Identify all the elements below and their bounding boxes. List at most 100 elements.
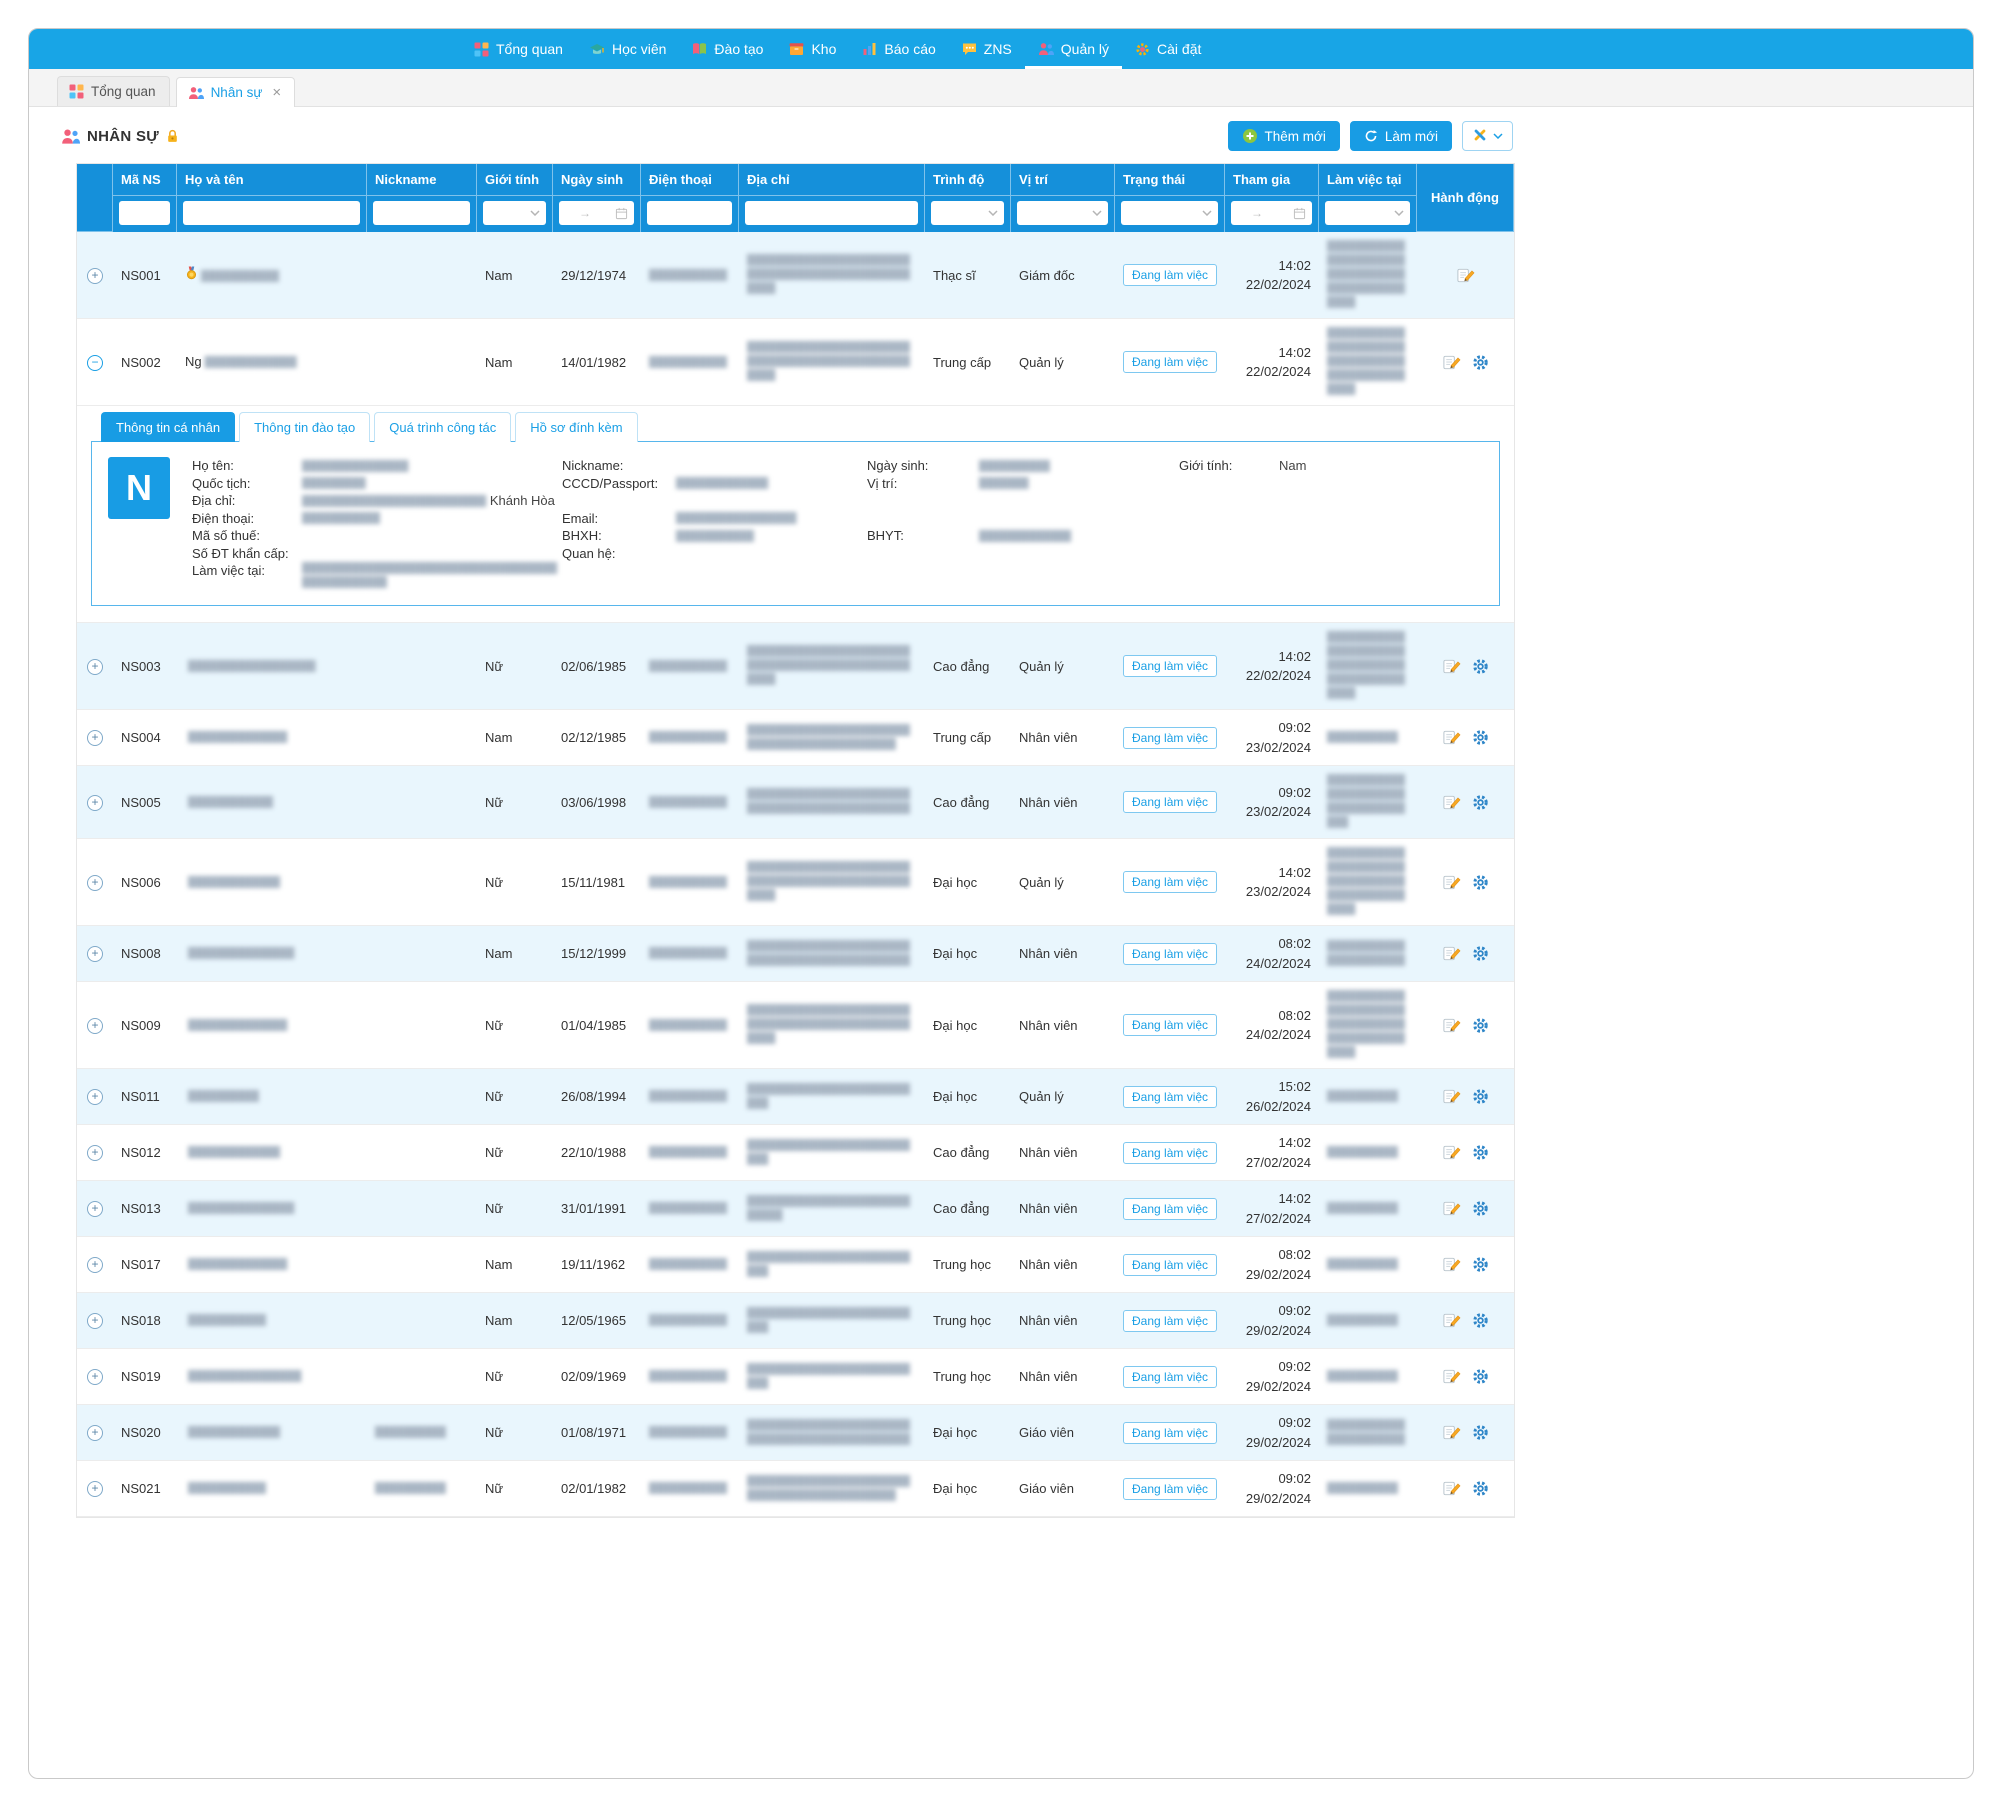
status-badge[interactable]: Đang làm việc (1123, 943, 1217, 965)
status-badge[interactable]: Đang làm việc (1123, 871, 1217, 893)
status-badge[interactable]: Đang làm việc (1123, 791, 1217, 813)
filter-trinh-do-select[interactable] (931, 201, 1004, 225)
edit-button[interactable] (1442, 1199, 1461, 1218)
settings-button[interactable] (1471, 1311, 1490, 1330)
filter-nickname-input[interactable] (373, 201, 470, 225)
settings-button[interactable] (1471, 873, 1490, 892)
cell-vi-tri: Giáo viên (1011, 1405, 1115, 1461)
status-badge[interactable]: Đang làm việc (1123, 1422, 1217, 1444)
nav-item-tong-quan[interactable]: Tổng quan (461, 29, 576, 69)
status-badge[interactable]: Đang làm việc (1123, 1086, 1217, 1108)
status-badge[interactable]: Đang làm việc (1123, 1478, 1217, 1500)
expand-row-button[interactable]: + (87, 1481, 103, 1497)
settings-button[interactable] (1471, 1479, 1490, 1498)
expand-row-button[interactable]: + (87, 946, 103, 962)
collapse-row-button[interactable]: − (87, 355, 103, 371)
settings-button[interactable] (1471, 1367, 1490, 1386)
nav-item-zns[interactable]: ZNS (949, 29, 1025, 69)
filter-ho-va-ten-input[interactable] (183, 201, 360, 225)
edit-button[interactable] (1442, 793, 1461, 812)
settings-button[interactable] (1471, 1016, 1490, 1035)
cell-trinh-do: Đại học (925, 982, 1011, 1069)
cell-vi-tri: Quản lý (1011, 1069, 1115, 1125)
expand-row-button[interactable]: + (87, 795, 103, 811)
status-badge[interactable]: Đang làm việc (1123, 1014, 1217, 1036)
detail-tab-2[interactable]: Quá trình công tác (374, 412, 511, 442)
edit-button[interactable] (1442, 1423, 1461, 1442)
filter-gioi-tinh-select[interactable] (483, 201, 546, 225)
status-badge[interactable]: Đang làm việc (1123, 1254, 1217, 1276)
cell-dia-chi: ████████████████████████████████████████… (739, 710, 925, 766)
detail-tab-1[interactable]: Thông tin đào tạo (239, 412, 370, 442)
edit-button[interactable] (1442, 873, 1461, 892)
status-badge[interactable]: Đang làm việc (1123, 1198, 1217, 1220)
expand-row-button[interactable]: + (87, 1089, 103, 1105)
edit-button[interactable] (1442, 1311, 1461, 1330)
settings-button[interactable] (1471, 1087, 1490, 1106)
expand-row-button[interactable]: + (87, 268, 103, 284)
filter-lam-viec-tai-select[interactable] (1325, 201, 1410, 225)
nav-item-hoc-vien[interactable]: Học viên (576, 29, 679, 69)
tab-nhan-su[interactable]: Nhân sự × (176, 77, 296, 107)
close-tab-icon[interactable]: × (272, 88, 281, 98)
filter-ma-ns-input[interactable] (119, 201, 170, 225)
expand-row-button[interactable]: + (87, 659, 103, 675)
settings-button[interactable] (1471, 1143, 1490, 1162)
expand-row-button[interactable]: + (87, 875, 103, 891)
expand-row-button[interactable]: + (87, 1369, 103, 1385)
nav-item-quan-ly[interactable]: Quản lý (1025, 29, 1122, 69)
tab-tong-quan[interactable]: Tổng quan (57, 76, 170, 106)
filter-vi-tri-select[interactable] (1017, 201, 1108, 225)
edit-button[interactable] (1442, 728, 1461, 747)
column-header-expand (77, 164, 113, 232)
status-badge[interactable]: Đang làm việc (1123, 264, 1217, 286)
expand-row-button[interactable]: + (87, 1145, 103, 1161)
expand-row-button[interactable]: + (87, 1018, 103, 1034)
filter-dia-chi-input[interactable] (745, 201, 918, 225)
filter-dien-thoai-input[interactable] (647, 201, 732, 225)
settings-button[interactable] (1471, 793, 1490, 812)
detail-row: Thông tin cá nhânThông tin đào tạoQuá tr… (77, 406, 1514, 623)
expand-row-button[interactable]: + (87, 1257, 103, 1273)
status-badge[interactable]: Đang làm việc (1123, 351, 1217, 373)
status-badge[interactable]: Đang làm việc (1123, 1366, 1217, 1388)
nav-item-dao-tao[interactable]: Đào tạo (679, 29, 776, 69)
filter-ngay-sinh-daterange[interactable]: → (559, 201, 634, 225)
settings-button[interactable] (1471, 728, 1490, 747)
settings-button[interactable] (1471, 944, 1490, 963)
edit-button[interactable] (1442, 353, 1461, 372)
filter-tham-gia-daterange[interactable]: → (1231, 201, 1312, 225)
edit-button[interactable] (1442, 1479, 1461, 1498)
edit-button[interactable] (1442, 657, 1461, 676)
filter-trang-thai-select[interactable] (1121, 201, 1218, 225)
table-options-button[interactable] (1462, 121, 1513, 151)
expand-row-button[interactable]: + (87, 1201, 103, 1217)
settings-button[interactable] (1471, 657, 1490, 676)
nav-item-bao-cao[interactable]: Báo cáo (849, 29, 948, 69)
status-badge[interactable]: Đang làm việc (1123, 1142, 1217, 1164)
expand-row-button[interactable]: + (87, 1313, 103, 1329)
expand-row-button[interactable]: + (87, 730, 103, 746)
settings-button[interactable] (1471, 1255, 1490, 1274)
nav-item-cai-dat[interactable]: Cài đặt (1122, 29, 1214, 69)
expand-row-button[interactable]: + (87, 1425, 103, 1441)
edit-button[interactable] (1442, 1255, 1461, 1274)
settings-button[interactable] (1471, 353, 1490, 372)
refresh-button[interactable]: Làm mới (1350, 121, 1452, 151)
edit-button[interactable] (1442, 1143, 1461, 1162)
edit-button[interactable] (1442, 1087, 1461, 1106)
status-badge[interactable]: Đang làm việc (1123, 655, 1217, 677)
add-new-button[interactable]: Thêm mới (1228, 121, 1340, 151)
settings-button[interactable] (1471, 1423, 1490, 1442)
edit-button[interactable] (1442, 1367, 1461, 1386)
detail-tab-0[interactable]: Thông tin cá nhân (101, 412, 235, 442)
status-badge[interactable]: Đang làm việc (1123, 1310, 1217, 1332)
status-badge[interactable]: Đang làm việc (1123, 727, 1217, 749)
edit-button[interactable] (1456, 266, 1475, 285)
settings-button[interactable] (1471, 1199, 1490, 1218)
detail-tab-3[interactable]: Hồ sơ đính kèm (515, 412, 637, 442)
cell-dien-thoai: ███████████ (641, 1349, 739, 1405)
edit-button[interactable] (1442, 944, 1461, 963)
nav-item-kho[interactable]: Kho (776, 29, 849, 69)
edit-button[interactable] (1442, 1016, 1461, 1035)
